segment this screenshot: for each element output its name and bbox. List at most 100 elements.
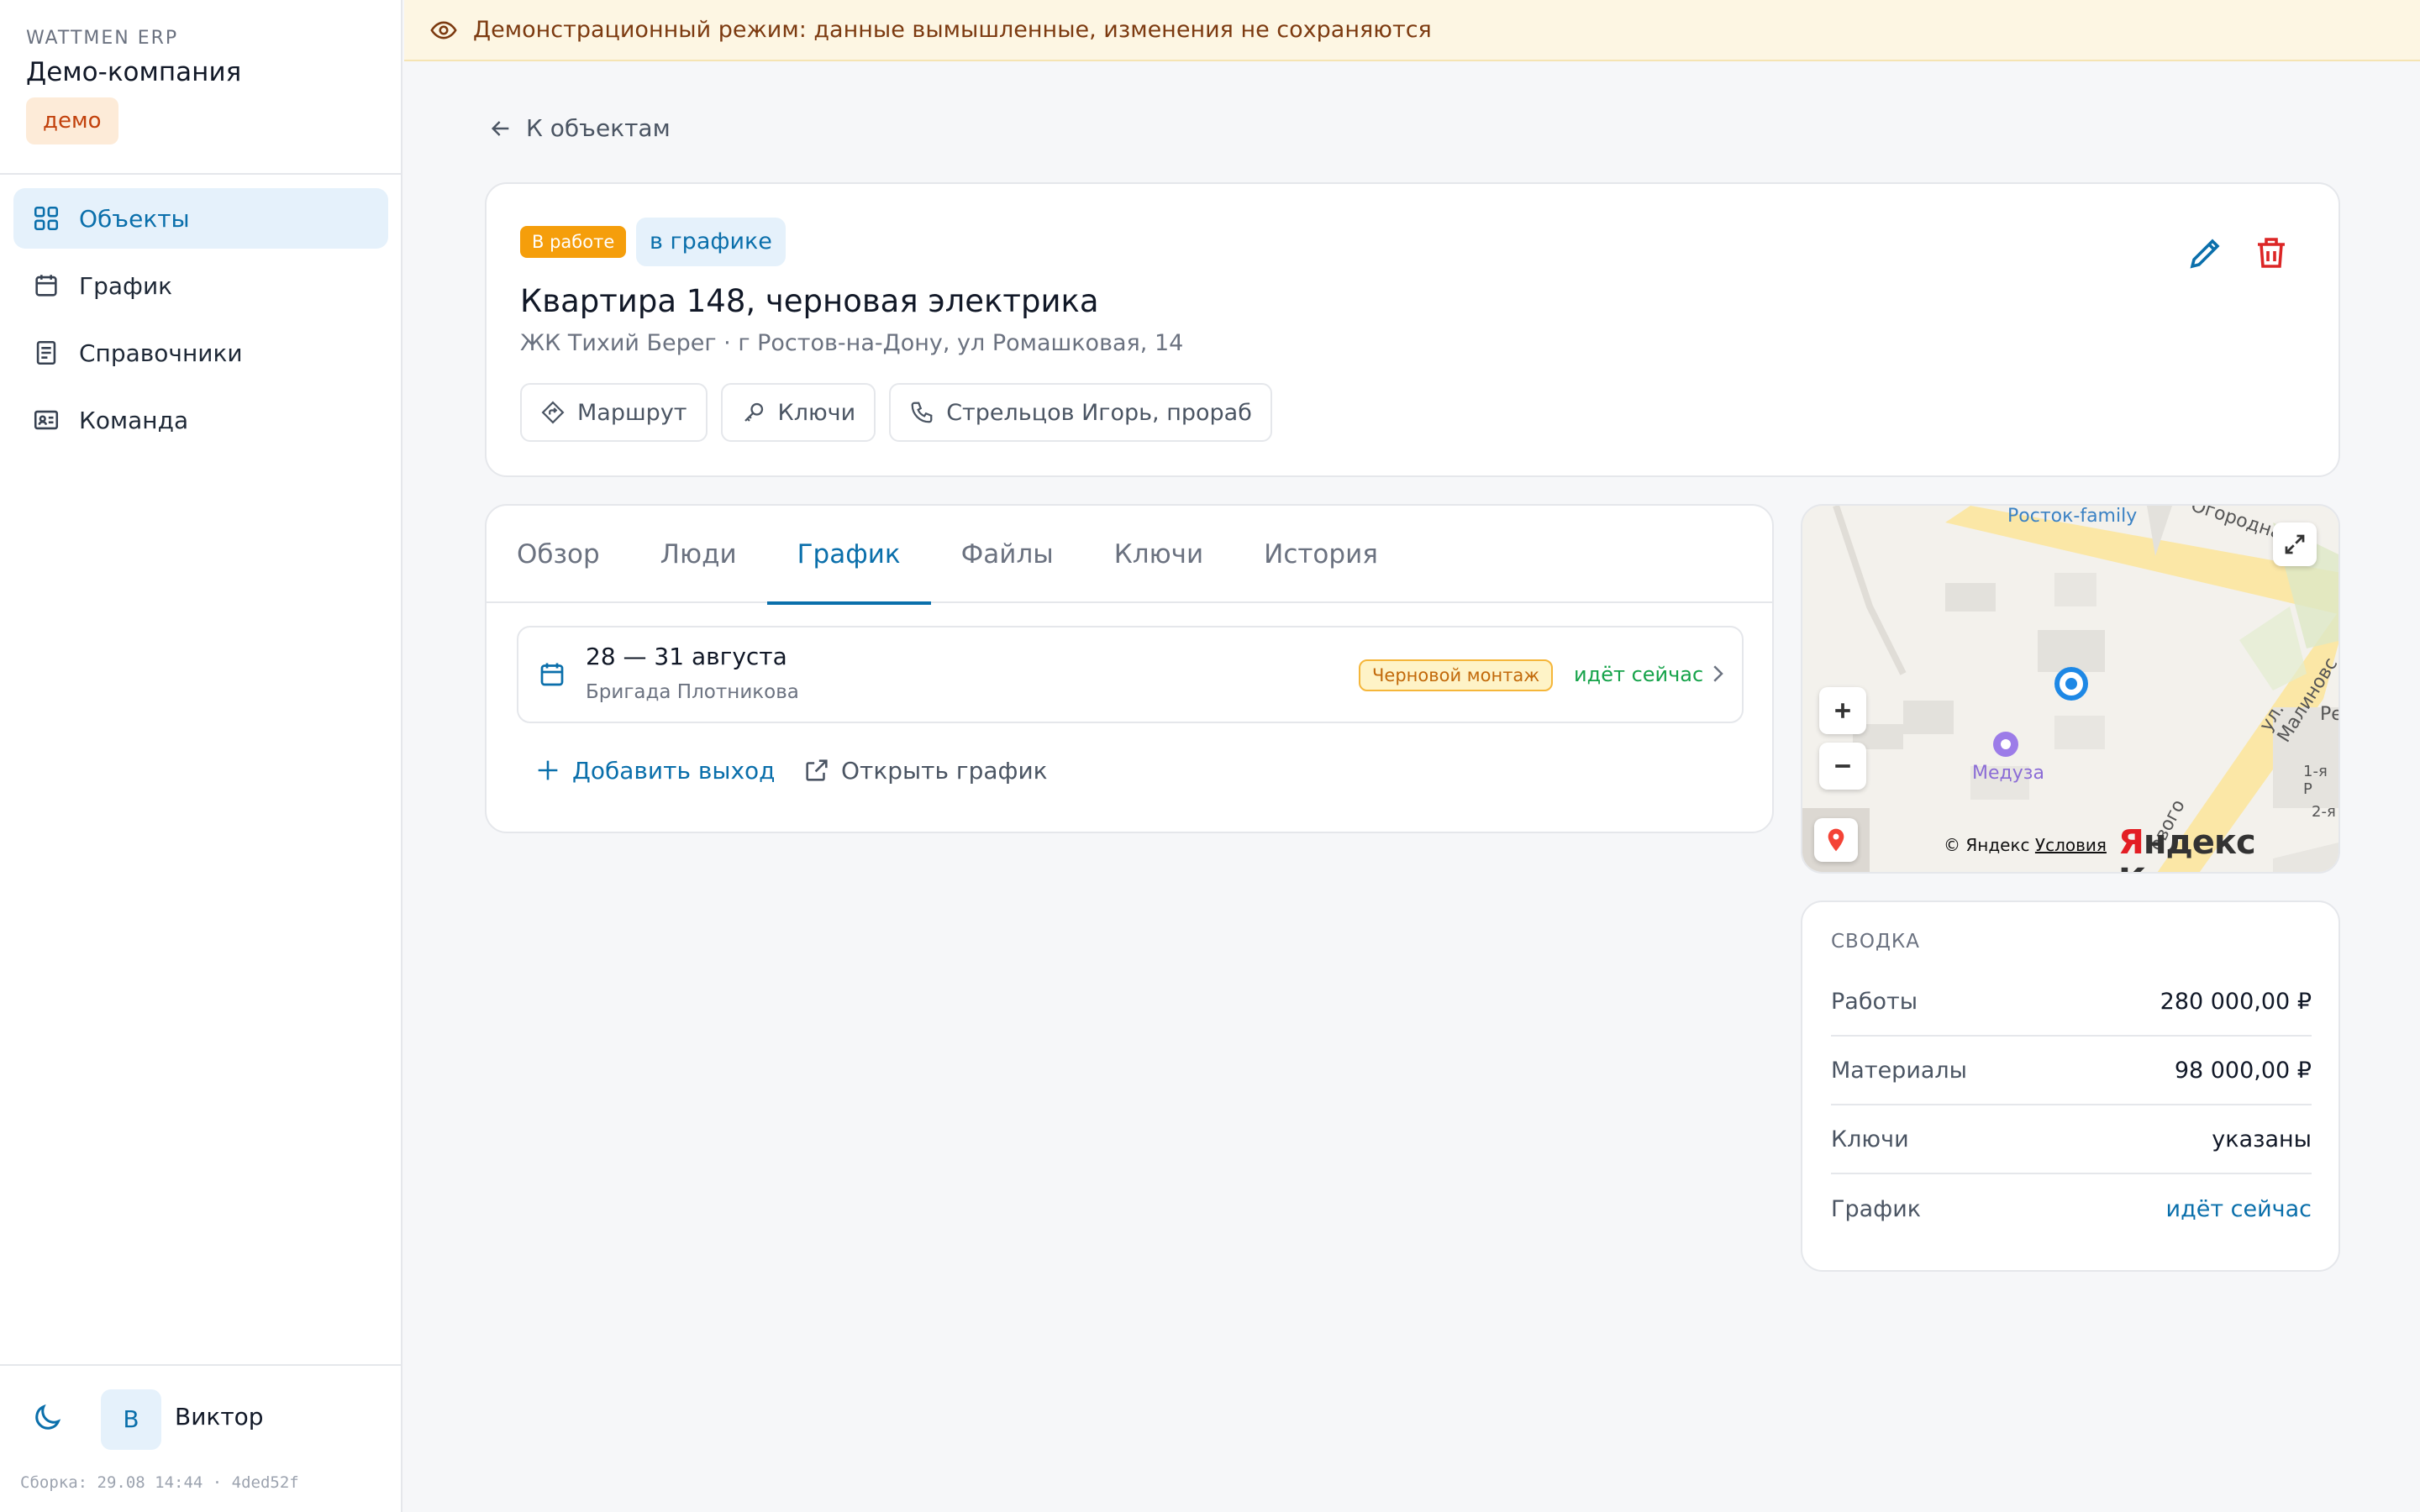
summary-value: 98 000,00 ₽ (2174, 1057, 2312, 1084)
sidebar-item-references[interactable]: Справочники (13, 323, 388, 383)
sidebar-divider (0, 173, 402, 175)
map-label: 2-я (2312, 803, 2336, 821)
yandex-maps-logo[interactable]: Яндекс Карты (2118, 823, 2338, 872)
stage-badge: Черновой монтаж (1359, 659, 1554, 691)
trash-icon (2258, 238, 2285, 268)
schedule-entry[interactable]: 28 — 31 августа Бригада Плотникова Черно… (517, 626, 1744, 723)
demo-mode-banner: Демонстрационный режим: данные вымышленн… (404, 0, 2420, 61)
sidebar-item-label: График (79, 271, 173, 300)
add-shift-button[interactable]: Добавить выход (534, 756, 776, 785)
sidebar-item-schedule[interactable]: График (13, 255, 388, 316)
map-widget[interactable]: Росток-family Медуза Огородная ул. Малин… (1801, 504, 2340, 874)
map-zoom-in-button[interactable] (1819, 687, 1866, 734)
map-label: Ре (2320, 704, 2338, 725)
map-tiles[interactable] (1802, 506, 2340, 874)
route-button[interactable]: Маршрут (520, 383, 708, 442)
summary-schedule-link[interactable]: идёт сейчас (2166, 1196, 2312, 1222)
phone-icon (911, 402, 933, 423)
summary-row-schedule: График идёт сейчас (1831, 1174, 2312, 1243)
banner-text: Демонстрационный режим: данные вымышленн… (473, 17, 1432, 43)
map-terms-link[interactable]: Условия (2035, 835, 2107, 855)
brand-label: WATTMEN ERP (26, 28, 179, 49)
chevron-right-icon (1713, 665, 1723, 682)
sidebar: WATTMEN ERP Демо-компания демо Объекты Г… (0, 0, 402, 1512)
avatar[interactable]: В (101, 1389, 161, 1450)
tab-bar: Обзор Люди График Файлы Ключи История (487, 506, 1772, 605)
map-attribution: © Яндекс Условия (1944, 835, 2107, 855)
delete-button[interactable] (2251, 233, 2291, 273)
map-pin-icon (1828, 828, 1844, 852)
schedule-state: идёт сейчас (1574, 663, 1704, 686)
summary-title: СВОДКА (1831, 931, 1920, 953)
plus-icon (1835, 703, 1850, 718)
keys-button[interactable]: Ключи (720, 383, 876, 442)
tab-schedule[interactable]: График (766, 506, 931, 605)
key-icon (744, 402, 763, 422)
expand-icon (2285, 534, 2305, 554)
summary-row-materials: Материалы 98 000,00 ₽ (1831, 1037, 2312, 1105)
back-link-label: К объектам (526, 114, 671, 142)
map-credit-text: © Яндекс (1944, 835, 2030, 855)
sidebar-item-objects[interactable]: Объекты (13, 188, 388, 249)
schedule-badge: в графике (636, 218, 786, 266)
add-shift-label: Добавить выход (572, 756, 776, 785)
object-tabs-card: Обзор Люди График Файлы Ключи История 28… (485, 504, 1774, 833)
map-label: Росток-family (2007, 506, 2138, 527)
schedule-team: Бригада Плотникова (586, 681, 799, 703)
status-badge: В работе (520, 226, 627, 258)
book-icon (32, 339, 60, 367)
summary-card: СВОДКА Работы 280 000,00 ₽ Материалы 98 … (1801, 900, 2340, 1272)
logo-accent: Я (2118, 823, 2144, 862)
sidebar-item-label: Объекты (79, 204, 190, 233)
tab-files[interactable]: Файлы (961, 506, 1054, 603)
tab-overview[interactable]: Обзор (517, 506, 600, 603)
summary-label: График (1831, 1195, 1922, 1222)
eye-icon (430, 21, 457, 39)
tab-keys[interactable]: Ключи (1114, 506, 1203, 603)
id-card-icon (32, 406, 60, 434)
user-name[interactable]: Виктор (175, 1403, 264, 1431)
summary-label: Ключи (1831, 1126, 1909, 1152)
contact-button[interactable]: Стрельцов Игорь, прораб (889, 383, 1272, 442)
calendar-icon (32, 271, 60, 300)
moon-icon[interactable] (30, 1401, 64, 1435)
map-zoom-out-button[interactable] (1819, 743, 1866, 790)
map-geolocation-button[interactable] (1814, 818, 1858, 862)
keys-label: Ключи (777, 399, 856, 426)
plus-icon (538, 760, 558, 780)
tab-people[interactable]: Люди (660, 506, 737, 603)
build-info: Сборка: 29.08 14:44 · 4ded52f (20, 1473, 299, 1492)
sidebar-item-label: Команда (79, 406, 189, 434)
object-header-card: В работе в графике Квартира 148, чернова… (485, 182, 2340, 477)
minus-icon (1835, 764, 1850, 768)
summary-row-keys: Ключи указаны (1831, 1105, 2312, 1174)
object-address: ЖК Тихий Берег · г Ростов-на-Дону, ул Ро… (520, 330, 1184, 356)
pencil-icon (2190, 239, 2220, 269)
open-schedule-label: Открыть график (841, 756, 1048, 785)
route-icon (541, 401, 565, 424)
company-name[interactable]: Демо-компания (26, 57, 241, 87)
summary-row-works: Работы 280 000,00 ₽ (1831, 968, 2312, 1037)
page-title: Квартира 148, черновая электрика (520, 283, 1099, 319)
edit-button[interactable] (2186, 233, 2226, 273)
route-label: Маршрут (577, 399, 687, 426)
map-fullscreen-button[interactable] (2273, 522, 2317, 566)
sidebar-nav: Объекты График Справочники Команда (13, 188, 388, 457)
sidebar-footer-divider (0, 1364, 402, 1366)
arrow-left-icon (491, 120, 509, 136)
summary-value: указаны (2212, 1126, 2312, 1152)
schedule-dates: 28 — 31 августа (586, 643, 787, 670)
summary-value: 280 000,00 ₽ (2160, 988, 2312, 1015)
back-to-objects-link[interactable]: К объектам (487, 114, 671, 142)
map-label: Медуза (1972, 763, 2044, 784)
sidebar-item-team[interactable]: Команда (13, 390, 388, 450)
summary-label: Материалы (1831, 1057, 1967, 1084)
external-link-icon (806, 759, 828, 781)
tab-history[interactable]: История (1264, 506, 1378, 603)
demo-badge: демо (26, 97, 118, 144)
object-actions: Маршрут Ключи Стрельцов Игорь, прораб (520, 383, 1286, 442)
calendar-icon (540, 663, 564, 686)
sidebar-item-label: Справочники (79, 339, 243, 367)
map-label: 1-я Р (2303, 763, 2328, 798)
open-schedule-button[interactable]: Открыть график (802, 756, 1048, 785)
